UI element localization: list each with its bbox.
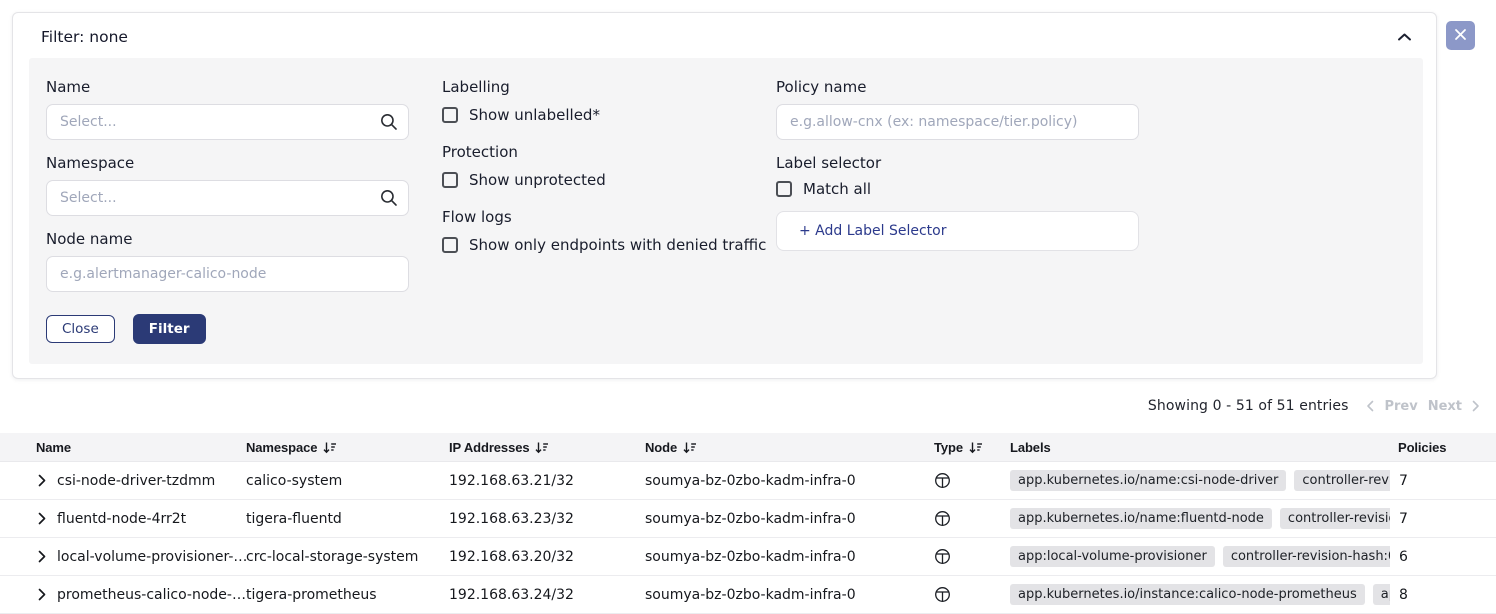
column-header-policies: Policies: [1390, 440, 1496, 455]
entries-summary: Showing 0 - 51 of 51 entries: [1148, 398, 1349, 414]
collapse-filter-button[interactable]: [1395, 30, 1414, 44]
endpoint-labels: app.kubernetes.io/instance:calico-node-p…: [1004, 584, 1390, 605]
filter-button[interactable]: Filter: [133, 314, 206, 344]
pod-icon: [934, 477, 951, 489]
flow-logs-group-label: Flow logs: [442, 208, 782, 226]
endpoint-ip-addresses: 192.168.63.20/32: [449, 549, 645, 565]
chevron-right-icon[interactable]: [1472, 400, 1480, 412]
show-unprotected-label: Show unprotected: [469, 171, 606, 189]
label-chip: controller-revisi…: [1294, 470, 1390, 491]
namespace-field-label: Namespace: [46, 154, 409, 172]
endpoint-ip-addresses: 192.168.63.23/32: [449, 511, 645, 527]
endpoint-namespace: crc-local-storage-system: [246, 549, 449, 565]
column-header-name[interactable]: Name: [0, 440, 246, 455]
label-chip: app.kubernetes.io/instance:calico-node-p…: [1010, 584, 1365, 605]
table-body: csi-node-driver-tzdmm calico-system 192.…: [0, 462, 1496, 614]
close-icon: [1454, 28, 1467, 44]
show-unlabelled-checkbox[interactable]: [442, 107, 458, 123]
endpoint-node: soumya-bz-0zbo-kadm-infra-0: [645, 473, 928, 489]
denied-traffic-label: Show only endpoints with denied traffic: [469, 236, 766, 254]
endpoint-policies: 8: [1390, 587, 1496, 603]
sort-icon[interactable]: [683, 441, 697, 454]
label-chip: controller-revision-…: [1280, 508, 1390, 529]
expand-row-icon[interactable]: [38, 550, 46, 563]
node-name-input[interactable]: [46, 256, 409, 292]
endpoint-policies: 6: [1390, 549, 1496, 565]
add-label-selector-button[interactable]: + Add Label Selector: [776, 211, 1139, 251]
column-header-node[interactable]: Node: [645, 440, 928, 455]
filter-form: Name Namespace Node name Close Filt: [29, 58, 1423, 364]
label-chip: app.kubernetes.io/name:csi-node-driver: [1010, 470, 1286, 491]
endpoint-name: prometheus-calico-node-…: [57, 587, 246, 603]
sort-icon[interactable]: [535, 441, 549, 454]
endpoint-name: fluentd-node-4rr2t: [57, 511, 186, 527]
show-unlabelled-label: Show unlabelled*: [469, 106, 600, 124]
name-field-label: Name: [46, 78, 409, 96]
close-button[interactable]: Close: [46, 315, 115, 343]
pagination-bar: Showing 0 - 51 of 51 entries Prev Next: [1148, 395, 1480, 417]
chevron-up-icon: [1397, 30, 1412, 45]
name-select-input[interactable]: [46, 104, 409, 140]
endpoint-namespace: calico-system: [246, 473, 449, 489]
chevron-left-icon[interactable]: [1366, 400, 1374, 412]
table-row[interactable]: csi-node-driver-tzdmm calico-system 192.…: [0, 462, 1496, 500]
search-icon: [379, 188, 399, 208]
sort-icon[interactable]: [969, 441, 983, 454]
policy-name-field-label: Policy name: [776, 78, 1139, 96]
expand-row-icon[interactable]: [38, 512, 46, 525]
label-selector-label: Label selector: [776, 154, 1139, 172]
pod-icon: [934, 591, 951, 603]
endpoint-name: csi-node-driver-tzdmm: [57, 473, 215, 489]
table-row[interactable]: prometheus-calico-node-… tigera-promethe…: [0, 576, 1496, 614]
sort-icon[interactable]: [323, 441, 337, 454]
filter-panel: Filter: none Name Namespace: [12, 12, 1437, 379]
label-chip: controller-revision-hash:65…: [1223, 546, 1390, 567]
label-chip: app.…: [1373, 584, 1390, 605]
label-chip: app.kubernetes.io/name:fluentd-node: [1010, 508, 1272, 529]
endpoint-labels: app.kubernetes.io/name:fluentd-node contr…: [1004, 508, 1390, 529]
close-panel-button[interactable]: [1446, 21, 1475, 50]
endpoint-labels: app:local-volume-provisioner controller-r…: [1004, 546, 1390, 567]
endpoint-node: soumya-bz-0zbo-kadm-infra-0: [645, 549, 928, 565]
protection-group-label: Protection: [442, 143, 782, 161]
show-unprotected-checkbox[interactable]: [442, 172, 458, 188]
next-page-button[interactable]: Next: [1428, 399, 1462, 414]
filter-panel-header: Filter: none: [13, 13, 1436, 46]
search-icon: [379, 112, 399, 132]
column-header-type[interactable]: Type: [928, 440, 1004, 455]
denied-traffic-checkbox[interactable]: [442, 237, 458, 253]
label-chip: app:local-volume-provisioner: [1010, 546, 1215, 567]
endpoint-policies: 7: [1390, 473, 1496, 489]
endpoint-labels: app.kubernetes.io/name:csi-node-driver co…: [1004, 470, 1390, 491]
match-all-label: Match all: [803, 180, 871, 198]
table-row[interactable]: local-volume-provisioner-… crc-local-sto…: [0, 538, 1496, 576]
labelling-group-label: Labelling: [442, 78, 782, 96]
expand-row-icon[interactable]: [38, 588, 46, 601]
endpoint-ip-addresses: 192.168.63.21/32: [449, 473, 645, 489]
filter-title: Filter: none: [41, 28, 128, 46]
endpoint-policies: 7: [1390, 511, 1496, 527]
table-row[interactable]: fluentd-node-4rr2t tigera-fluentd 192.16…: [0, 500, 1496, 538]
table-header: Name Namespace IP Addresses Node Type: [0, 433, 1496, 462]
column-header-ip-addresses[interactable]: IP Addresses: [449, 440, 645, 455]
column-header-labels: Labels: [1004, 440, 1390, 455]
endpoint-node: soumya-bz-0zbo-kadm-infra-0: [645, 587, 928, 603]
endpoints-table: Name Namespace IP Addresses Node Type: [0, 433, 1496, 614]
endpoint-name: local-volume-provisioner-…: [57, 549, 246, 565]
endpoint-ip-addresses: 192.168.63.24/32: [449, 587, 645, 603]
endpoint-node: soumya-bz-0zbo-kadm-infra-0: [645, 511, 928, 527]
namespace-select-input[interactable]: [46, 180, 409, 216]
endpoint-namespace: tigera-prometheus: [246, 587, 449, 603]
policy-name-input[interactable]: [776, 104, 1139, 140]
expand-row-icon[interactable]: [38, 474, 46, 487]
column-header-namespace[interactable]: Namespace: [246, 440, 449, 455]
pod-icon: [934, 515, 951, 527]
match-all-checkbox[interactable]: [776, 181, 792, 197]
prev-page-button[interactable]: Prev: [1384, 399, 1417, 414]
node-name-field-label: Node name: [46, 230, 409, 248]
pod-icon: [934, 553, 951, 565]
endpoint-namespace: tigera-fluentd: [246, 511, 449, 527]
